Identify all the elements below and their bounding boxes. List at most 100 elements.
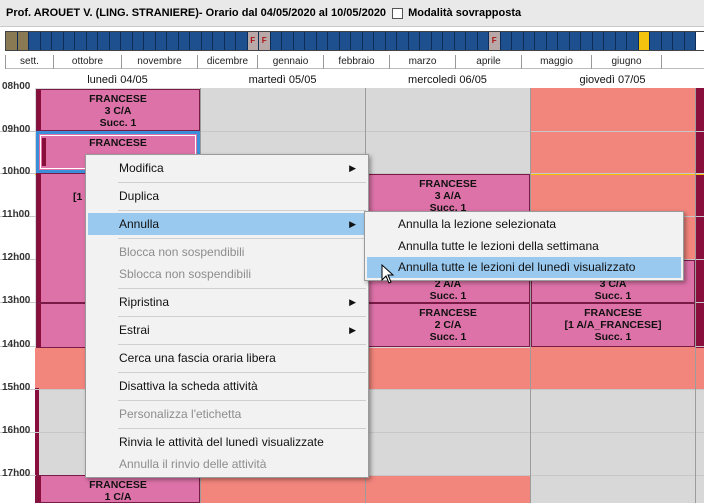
current-week-cell[interactable] [638,32,650,50]
menu-item-duplica[interactable]: Duplica [88,185,366,207]
submenu-item-annulla-lunedi[interactable]: Annulla tutte le lezioni del lunedì visu… [367,257,681,278]
overlay-mode-label[interactable]: Modalità sovrapposta [408,7,521,19]
week-cell[interactable] [17,32,29,50]
free-slot[interactable] [200,476,365,503]
week-cell[interactable] [684,32,696,50]
lesson-card[interactable]: FRANCESE 3 A/A Succ. 1 [366,174,530,216]
lesson-card[interactable]: FRANCESE 3 C/A Succ. 1 [36,89,200,131]
holiday-week-cell[interactable]: F [259,32,271,50]
week-cell[interactable] [213,32,225,50]
menu-item-label: Blocca non sospendibili [119,245,245,259]
week-cell[interactable] [535,32,547,50]
week-cell[interactable] [305,32,317,50]
menu-item-blocca: Blocca non sospendibili [88,241,366,263]
lesson-card[interactable]: FRANCESE [1 A/A_FRANCESE] Succ. 1 [531,303,695,347]
lesson-card[interactable]: FRANCESE 2 C/A Succ. 1 [366,303,530,347]
month-label[interactable]: giugno [591,55,661,69]
week-cell[interactable] [408,32,420,50]
week-cell[interactable] [293,32,305,50]
week-cell[interactable] [236,32,248,50]
month-label[interactable]: marzo [389,55,455,69]
week-cell[interactable] [431,32,443,50]
overlay-mode-checkbox[interactable] [392,7,404,19]
week-cell[interactable] [270,32,282,50]
week-cell[interactable] [523,32,535,50]
week-strip[interactable]: FFF [5,31,704,51]
week-cell[interactable] [351,32,363,50]
week-cell[interactable] [581,32,593,50]
week-cell[interactable] [121,32,133,50]
week-cell[interactable] [569,32,581,50]
week-cell[interactable] [190,32,202,50]
week-cell[interactable] [339,32,351,50]
month-label[interactable]: maggio [521,55,591,69]
week-cell[interactable] [6,32,18,50]
week-cell[interactable] [512,32,524,50]
week-cell[interactable] [661,32,673,50]
day-header-wednesday[interactable]: mercoledì 06/05 [365,74,530,88]
week-cell[interactable] [109,32,121,50]
month-label[interactable]: gennaio [257,55,323,69]
week-cell[interactable] [592,32,604,50]
week-cell[interactable] [178,32,190,50]
month-label[interactable]: febbraio [323,55,389,69]
week-cell[interactable] [604,32,616,50]
month-label[interactable]: aprile [455,55,521,69]
week-cell[interactable] [696,32,704,50]
week-cell[interactable] [86,32,98,50]
holiday-week-cell[interactable]: F [489,32,501,50]
menu-item-rinvia[interactable]: Rinvia le attività del lunedì visualizza… [88,431,366,453]
week-cell[interactable] [98,32,110,50]
menu-item-modifica[interactable]: Modifica ▶ [88,157,366,179]
week-cell[interactable] [397,32,409,50]
week-cell[interactable] [167,32,179,50]
day-header-thursday[interactable]: giovedì 07/05 [530,74,695,88]
holiday-week-cell[interactable]: F [247,32,259,50]
submenu-item-annulla-lezione[interactable]: Annulla la lezione selezionata [367,214,681,235]
month-label[interactable]: novembre [121,55,197,69]
month-label[interactable]: sett. [5,55,53,69]
week-cell[interactable] [420,32,432,50]
lesson-card[interactable]: FRANCESE 1 C/A [36,475,200,503]
week-cell[interactable] [374,32,386,50]
week-cell[interactable] [328,32,340,50]
lesson-class: 2 C/A [434,319,462,331]
week-cell[interactable] [500,32,512,50]
week-cell[interactable] [362,32,374,50]
week-cell[interactable] [40,32,52,50]
day-header-tuesday[interactable]: martedì 05/05 [200,74,365,88]
week-cell[interactable] [466,32,478,50]
week-cell[interactable] [385,32,397,50]
day-header-monday[interactable]: lunedì 04/05 [35,74,200,88]
week-cell[interactable] [224,32,236,50]
week-cell[interactable] [75,32,87,50]
month-label[interactable]: ottobre [53,55,121,69]
menu-item-disattiva[interactable]: Disattiva la scheda attività [88,375,366,397]
week-cell[interactable] [627,32,639,50]
month-label[interactable]: dicembre [197,55,257,69]
week-cell[interactable] [282,32,294,50]
menu-item-ripristina[interactable]: Ripristina ▶ [88,291,366,313]
week-cell[interactable] [546,32,558,50]
week-cell[interactable] [316,32,328,50]
week-cell[interactable] [52,32,64,50]
menu-item-annulla[interactable]: Annulla ▶ [88,213,366,235]
free-slot[interactable] [365,476,530,503]
week-cell[interactable] [477,32,489,50]
week-cell[interactable] [63,32,75,50]
week-cell[interactable] [144,32,156,50]
week-cell[interactable] [615,32,627,50]
week-cell[interactable] [673,32,685,50]
week-cell[interactable] [650,32,662,50]
week-cell[interactable] [443,32,455,50]
week-cell[interactable] [558,32,570,50]
week-cell[interactable] [201,32,213,50]
week-cell[interactable] [454,32,466,50]
menu-item-cerca[interactable]: Cerca una fascia oraria libera [88,347,366,369]
week-cell[interactable] [132,32,144,50]
week-cell[interactable] [155,32,167,50]
menu-item-estrai[interactable]: Estrai ▶ [88,319,366,341]
submenu-item-annulla-settimana[interactable]: Annulla tutte le lezioni della settimana [367,236,681,257]
hour-label: 16h00 [2,425,31,436]
week-cell[interactable] [29,32,41,50]
